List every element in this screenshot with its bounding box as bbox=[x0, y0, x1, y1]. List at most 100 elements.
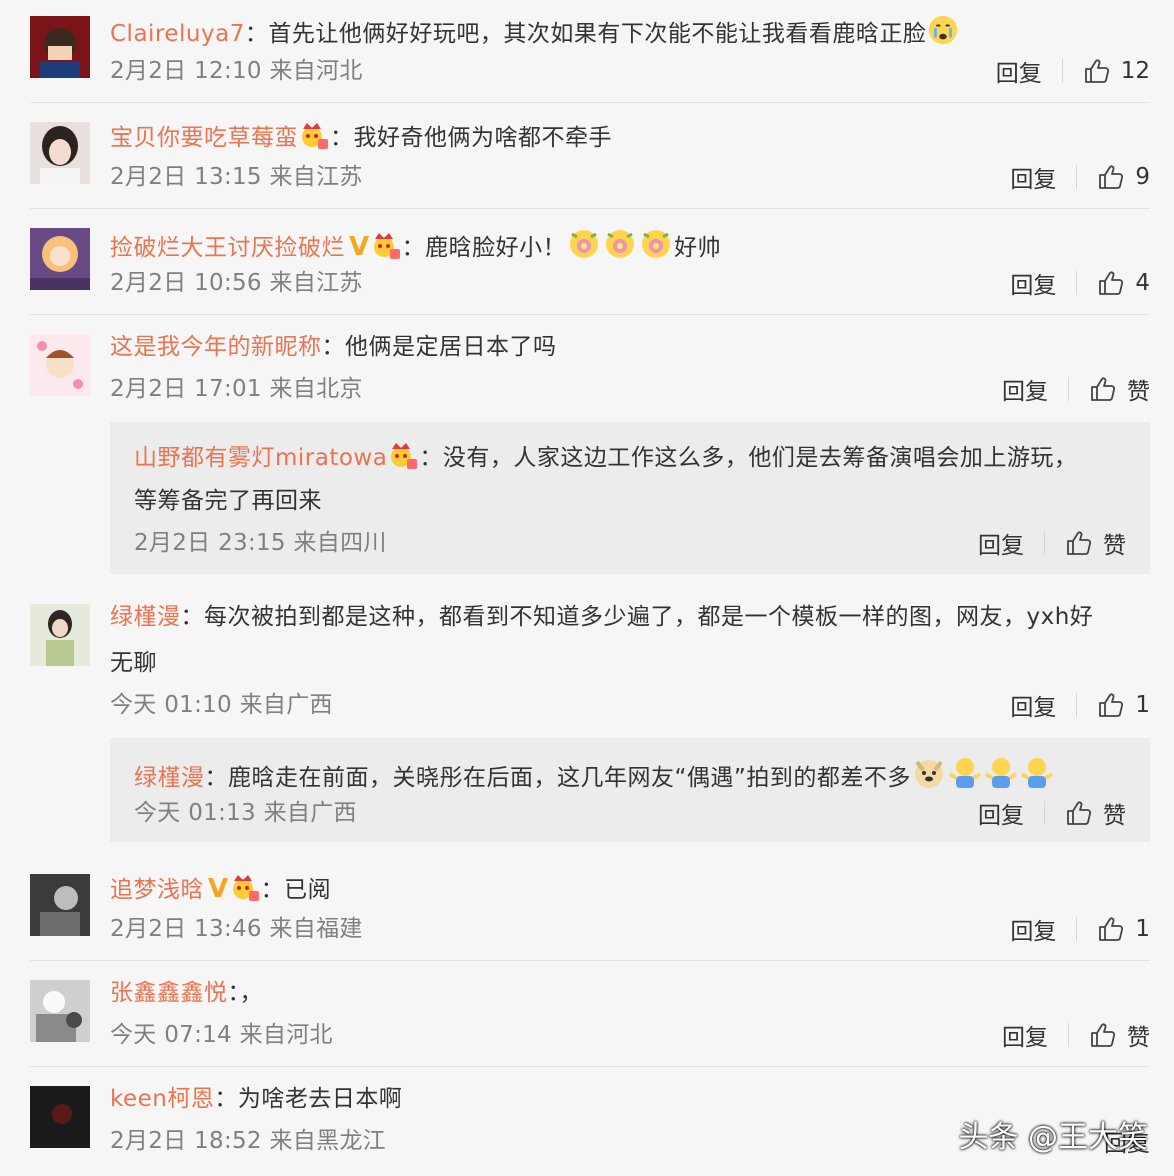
divider bbox=[30, 1066, 1150, 1067]
username[interactable]: 追梦浅晗 bbox=[110, 877, 204, 903]
divider bbox=[30, 208, 1150, 209]
thumbs-up-icon bbox=[1089, 1021, 1117, 1049]
username[interactable]: 捡破烂大王讨厌捡破烂 bbox=[110, 235, 345, 261]
comment-text: ：鹿晗脸好小！ bbox=[401, 235, 567, 261]
thumbs-up-icon bbox=[1097, 915, 1125, 943]
avatar[interactable] bbox=[30, 334, 90, 396]
sub-reply: 绿槿漫：鹿晗走在前面，关晓彤在后面，这几年网友“偶遇”拍到的都差不多 今天 01… bbox=[110, 738, 1150, 842]
reply-button[interactable]: 回复 bbox=[1002, 1018, 1048, 1052]
comment-item: 这是我今年的新昵称：他俩是定居日本了吗 2月2日 17:01 来自北京 回复 赞… bbox=[0, 316, 1174, 586]
comment-meta: 2月2日 12:10 来自河北 bbox=[110, 58, 363, 84]
flower-face-emoji-icon bbox=[603, 226, 637, 260]
thumbs-up-icon bbox=[1083, 57, 1111, 85]
action-divider bbox=[1076, 693, 1078, 717]
sub-reply: 山野都有雾灯miratowa ：没有，人家这边工作这么多，他们是去筹备演唱会加上游… bbox=[110, 422, 1150, 574]
flower-face-emoji-icon bbox=[639, 226, 673, 260]
comment-text: ：每次被拍到都是这种，都看到不知道多少遍了，都是一个模板一样的图，网友，yxh好 bbox=[180, 604, 1094, 630]
thumbs-up-icon bbox=[1089, 375, 1117, 403]
avatar[interactable] bbox=[30, 1086, 90, 1148]
reply-button[interactable]: 回复 bbox=[1010, 266, 1056, 300]
like-count: 4 bbox=[1135, 270, 1150, 296]
username[interactable]: 绿槿漫 bbox=[134, 765, 205, 791]
crying-emoji-icon bbox=[927, 14, 959, 46]
like-button[interactable]: 赞 bbox=[1065, 526, 1126, 560]
reply-button[interactable]: 回复 bbox=[978, 796, 1024, 830]
reply-button[interactable]: 回复 bbox=[996, 54, 1042, 88]
comment-text: ：我好奇他俩为啥都不牵手 bbox=[330, 125, 612, 151]
thumbs-up-icon bbox=[1097, 691, 1125, 719]
divider bbox=[30, 960, 1150, 961]
action-divider bbox=[1076, 271, 1078, 295]
action-divider bbox=[1068, 1023, 1069, 1047]
reply-button[interactable]: 回复 bbox=[978, 526, 1024, 560]
username[interactable]: keen柯恩 bbox=[110, 1086, 214, 1112]
like-count: 9 bbox=[1135, 164, 1150, 190]
like-count: 赞 bbox=[1103, 533, 1126, 559]
username[interactable]: 山野都有雾灯miratowa bbox=[134, 445, 387, 471]
crown-badge-icon bbox=[388, 440, 418, 470]
comment-item: Claireluya7：首先让他俩好好玩吧，其次如果有下次能不能让我看看鹿晗正脸… bbox=[0, 0, 1174, 104]
divider bbox=[30, 314, 1150, 315]
comment-meta: 2月2日 13:15 来自江苏 bbox=[110, 164, 363, 190]
username[interactable]: 宝贝你要吃草莓蛮 bbox=[110, 125, 298, 151]
crown-badge-icon bbox=[299, 120, 329, 150]
comment-item: 张鑫鑫鑫悦：， 今天 07:14 来自河北 回复 赞 bbox=[0, 962, 1174, 1066]
like-button[interactable]: 赞 bbox=[1089, 372, 1150, 406]
reply-button[interactable]: 回复 bbox=[1010, 912, 1056, 946]
action-divider bbox=[1076, 165, 1078, 189]
shrug-emoji-icon bbox=[984, 756, 1018, 790]
username[interactable]: 张鑫鑫鑫悦 bbox=[110, 980, 228, 1006]
like-count: 赞 bbox=[1103, 803, 1126, 829]
like-count: 赞 bbox=[1127, 1025, 1150, 1051]
avatar[interactable] bbox=[30, 874, 90, 936]
like-button[interactable]: 1 bbox=[1097, 691, 1150, 719]
like-button[interactable]: 12 bbox=[1083, 57, 1150, 85]
action-divider bbox=[1061, 59, 1063, 83]
username[interactable]: Claireluya7 bbox=[110, 21, 245, 47]
shrug-emoji-icon bbox=[1020, 756, 1054, 790]
reply-button[interactable]: 回复 bbox=[1010, 160, 1056, 194]
action-divider bbox=[1044, 531, 1045, 555]
comment-meta: 2月2日 18:52 来自黑龙江 bbox=[110, 1128, 386, 1154]
avatar[interactable] bbox=[30, 228, 90, 290]
comment-item: 追梦浅晗 V ：已阅 2月2日 13:46 来自福建 回复 1 bbox=[0, 856, 1174, 960]
crown-badge-icon bbox=[230, 872, 260, 902]
comment-text: ：， bbox=[227, 980, 263, 1006]
like-button[interactable]: 1 bbox=[1097, 915, 1150, 943]
comment-text: ：他俩是定居日本了吗 bbox=[321, 334, 557, 360]
comment-text: ：为啥老去日本啊 bbox=[214, 1086, 403, 1112]
like-button[interactable]: 赞 bbox=[1065, 796, 1126, 830]
comment-item: 绿槿漫：每次被拍到都是这种，都看到不知道多少遍了，都是一个模板一样的图，网友，y… bbox=[0, 586, 1174, 852]
like-count: 赞 bbox=[1127, 379, 1150, 405]
action-divider bbox=[1076, 917, 1078, 941]
divider bbox=[30, 102, 1150, 103]
comment-meta: 今天 07:14 来自河北 bbox=[110, 1022, 333, 1048]
avatar[interactable] bbox=[30, 604, 90, 666]
flower-face-emoji-icon bbox=[567, 226, 601, 260]
action-divider bbox=[1068, 377, 1069, 401]
like-button[interactable]: 9 bbox=[1097, 163, 1150, 191]
like-count: 1 bbox=[1135, 916, 1150, 942]
thumbs-up-icon bbox=[1065, 799, 1093, 827]
reply-button[interactable]: 回复 bbox=[1002, 372, 1048, 406]
username[interactable]: 绿槿漫 bbox=[110, 604, 181, 630]
comment-meta: 2月2日 10:56 来自江苏 bbox=[110, 270, 363, 296]
comment-item: 捡破烂大王讨厌捡破烂 V ：鹿晗脸好小！ 好帅 2月2日 10:56 来自江苏 回复 … bbox=[0, 210, 1174, 314]
comment-meta: 今天 01:10 来自广西 bbox=[110, 692, 333, 718]
like-button[interactable]: 4 bbox=[1097, 269, 1150, 297]
like-button[interactable]: 赞 bbox=[1089, 1018, 1150, 1052]
comment-text-line2: 无聊 bbox=[110, 650, 157, 676]
thumbs-up-icon bbox=[1065, 529, 1093, 557]
reply-text: ：没有，人家这边工作这么多，他们是去筹备演唱会加上游玩， bbox=[419, 445, 1078, 471]
avatar[interactable] bbox=[30, 16, 90, 78]
thumbs-up-icon bbox=[1097, 163, 1125, 191]
reply-button[interactable]: 回复 bbox=[1010, 688, 1056, 722]
comment-meta: 2月2日 13:46 来自福建 bbox=[110, 916, 363, 942]
comment-meta: 2月2日 17:01 来自北京 bbox=[110, 376, 363, 402]
reply-text-line2: 等筹备完了再回来 bbox=[134, 488, 322, 514]
like-count: 1 bbox=[1135, 692, 1150, 718]
reply-meta: 今天 01:13 来自广西 bbox=[134, 800, 357, 826]
avatar[interactable] bbox=[30, 122, 90, 184]
username[interactable]: 这是我今年的新昵称 bbox=[110, 334, 322, 360]
avatar[interactable] bbox=[30, 980, 90, 1042]
